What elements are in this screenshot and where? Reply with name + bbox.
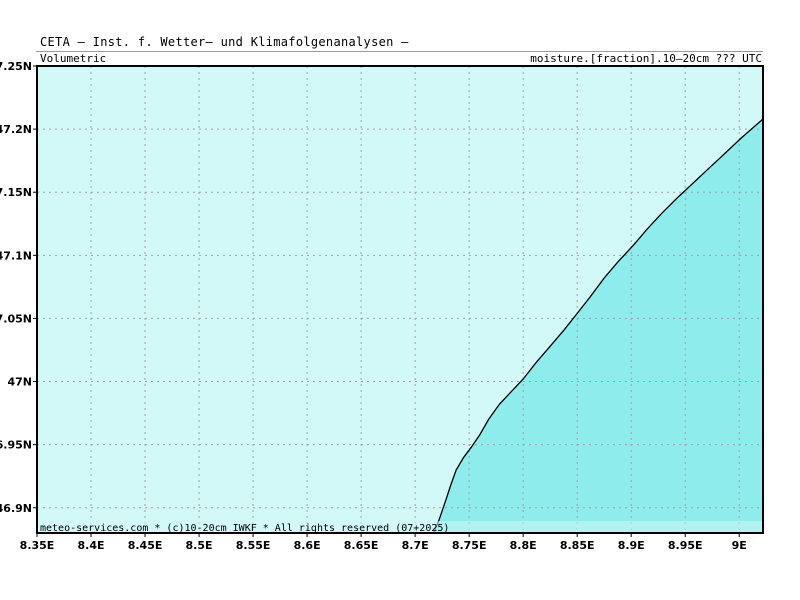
x-tick-label: 8.45E <box>128 539 163 552</box>
y-tick-label: 7.05N <box>0 312 32 325</box>
x-tick-label: 8.4E <box>78 539 105 552</box>
x-tick-label: 8.75E <box>452 539 487 552</box>
y-tick-label: 47.1N <box>0 249 32 262</box>
map-screen: CETA — Inst. f. Wetter— und Klimafolgena… <box>0 0 800 600</box>
x-tick-label: 8.7E <box>402 539 429 552</box>
x-tick-label: 9E <box>732 539 747 552</box>
x-tick-label: 8.6E <box>294 539 321 552</box>
x-axis: 8.35E 8.4E 8.45E 8.5E 8.55E 8.6E 8.65E 8.7E 8.75… <box>20 533 747 552</box>
y-tick-label: 47N <box>7 376 32 389</box>
x-tick-label: 8.95E <box>668 539 703 552</box>
y-tick-label: 7.25N <box>0 60 32 73</box>
x-tick-label: 8.35E <box>20 539 55 552</box>
x-tick-label: 8.55E <box>236 539 271 552</box>
y-tick-label: 7.15N <box>0 186 32 199</box>
y-tick-label: 46.9N <box>0 502 32 515</box>
x-tick-label: 8.85E <box>560 539 595 552</box>
y-axis: 7.25N 47.2N 7.15N 47.1N 7.05N 47N 6.95N 46.9N <box>0 60 37 515</box>
y-tick-label: 6.95N <box>0 439 32 452</box>
map-plot: meteo-services.com * (c)10-20cm IWKF * A… <box>0 60 764 552</box>
x-tick-label: 8.65E <box>344 539 379 552</box>
x-tick-label: 8.5E <box>186 539 213 552</box>
y-tick-label: 47.2N <box>0 123 32 136</box>
x-tick-label: 8.8E <box>510 539 537 552</box>
x-tick-label: 8.9E <box>618 539 645 552</box>
